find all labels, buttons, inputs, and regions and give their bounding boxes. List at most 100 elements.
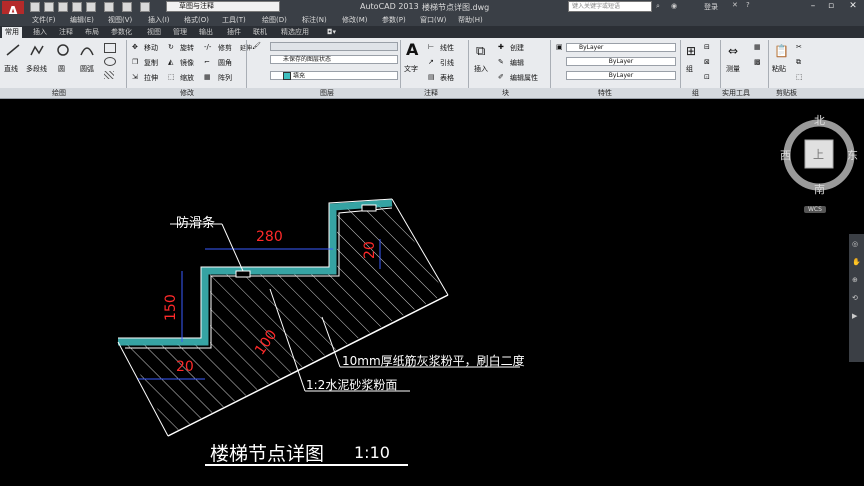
rotate-icon[interactable]: ↻ xyxy=(168,43,174,51)
menu-dimension[interactable]: 标注(N) xyxy=(302,15,327,25)
insert-block-icon[interactable]: ⧉ xyxy=(476,44,485,59)
circle-tool-label[interactable]: 圆 xyxy=(58,64,65,74)
menu-modify[interactable]: 修改(M) xyxy=(342,15,368,25)
edit-attributes-label[interactable]: 编辑属性 xyxy=(510,73,538,83)
maximize-button[interactable]: ▫ xyxy=(824,0,838,13)
copy-tool-label[interactable]: 复制 xyxy=(144,58,158,68)
menu-parametric[interactable]: 参数(P) xyxy=(382,15,406,25)
drawing-canvas[interactable]: 防滑条 10mm厚纸筋灰浆粉平，刷白二度 1:2水泥砂浆粉面 楼梯节点详图 1:… xyxy=(0,99,864,486)
search-input[interactable]: 键入关键字或短语 xyxy=(568,1,652,12)
ellipse-icon[interactable] xyxy=(104,57,116,66)
menu-file[interactable]: 文件(F) xyxy=(32,15,56,25)
match-properties-icon[interactable]: ▣ xyxy=(556,43,563,51)
rotate-tool-label[interactable]: 旋转 xyxy=(180,43,194,53)
polyline-tool-label[interactable]: 多段线 xyxy=(26,64,47,74)
paste-tool-label[interactable]: 粘贴 xyxy=(772,64,786,74)
menu-format[interactable]: 格式(O) xyxy=(184,15,209,25)
menu-view[interactable]: 视图(V) xyxy=(108,15,132,25)
menu-draw[interactable]: 绘图(D) xyxy=(262,15,287,25)
mirror-icon[interactable]: ◭ xyxy=(168,58,173,66)
tab-output[interactable]: 输出 xyxy=(196,27,216,38)
panel-properties[interactable]: 特性 xyxy=(598,88,612,98)
close-button[interactable]: ✕ xyxy=(846,0,860,13)
minimize-button[interactable]: – xyxy=(806,0,820,13)
fillet-tool-label[interactable]: 圆角 xyxy=(218,58,232,68)
panel-block[interactable]: 块 xyxy=(502,88,509,98)
ucs-menu[interactable]: WCS xyxy=(804,206,826,213)
tab-parametric[interactable]: 参数化 xyxy=(108,27,135,38)
scale-icon[interactable]: ⬚ xyxy=(168,73,175,81)
trim-icon[interactable]: -/- xyxy=(204,43,211,51)
menu-tools[interactable]: 工具(T) xyxy=(222,15,246,25)
pan-icon[interactable]: ✋ xyxy=(852,258,861,266)
trim-tool-label[interactable]: 修剪 xyxy=(218,43,232,53)
tab-annotate[interactable]: 注释 xyxy=(56,27,76,38)
copy-clip-icon[interactable]: ⧉ xyxy=(796,58,801,67)
copy-icon[interactable]: ❐ xyxy=(132,58,138,66)
tab-insert[interactable]: 插入 xyxy=(30,27,50,38)
tab-view[interactable]: 视图 xyxy=(144,27,164,38)
fillet-icon[interactable]: ⌐ xyxy=(204,58,210,66)
help-icon[interactable]: ? xyxy=(746,1,750,9)
tab-home[interactable]: 常用 xyxy=(2,27,22,38)
panel-annotation[interactable]: 注释 xyxy=(424,88,438,98)
open-icon[interactable] xyxy=(44,2,54,12)
panel-draw[interactable]: 绘图 xyxy=(52,88,66,98)
viewcube-west[interactable]: 西 xyxy=(780,147,791,163)
current-layer-dropdown[interactable]: 填充 xyxy=(270,71,398,80)
arc-icon[interactable] xyxy=(80,44,94,56)
linear-tool-label[interactable]: 线性 xyxy=(440,43,454,53)
edit-block-icon[interactable]: ✎ xyxy=(498,58,504,66)
measure-tool-label[interactable]: 测量 xyxy=(726,64,740,74)
line-tool-label[interactable]: 直线 xyxy=(4,64,18,74)
create-block-icon[interactable]: ✚ xyxy=(498,43,504,51)
menu-window[interactable]: 窗口(W) xyxy=(420,15,446,25)
table-icon[interactable]: ▤ xyxy=(428,73,435,81)
viewcube-east[interactable]: 东 xyxy=(847,147,858,163)
measure-icon[interactable]: ⇔ xyxy=(728,44,738,58)
redo-icon[interactable] xyxy=(140,2,150,12)
menu-insert[interactable]: 插入(I) xyxy=(148,15,170,25)
quick-select-icon[interactable]: ▦ xyxy=(754,43,761,51)
edit-tool-label[interactable]: 编辑 xyxy=(510,58,524,68)
layer-state-icons-row[interactable] xyxy=(270,42,398,51)
group-edit-icon[interactable]: ⊠ xyxy=(704,58,710,66)
cut-icon[interactable]: ✂ xyxy=(796,43,802,51)
tab-more-icon[interactable]: ◘▾ xyxy=(324,27,339,38)
group-icon[interactable]: ⊞ xyxy=(686,44,696,58)
text-icon[interactable]: A xyxy=(406,40,418,59)
scale-tool-label[interactable]: 缩放 xyxy=(180,73,194,83)
edit-attributes-icon[interactable]: ✐ xyxy=(498,73,504,81)
linear-dim-icon[interactable]: ⊢ xyxy=(428,43,434,51)
insert-tool-label[interactable]: 插入 xyxy=(474,64,488,74)
group-select-icon[interactable]: ⊡ xyxy=(704,73,710,81)
login-link[interactable]: 登录 xyxy=(704,2,718,12)
polyline-icon[interactable] xyxy=(30,44,44,56)
mirror-tool-label[interactable]: 镜像 xyxy=(180,58,194,68)
ungroup-icon[interactable]: ⊟ xyxy=(704,43,710,51)
array-icon[interactable]: ▦ xyxy=(204,73,211,81)
save-icon[interactable] xyxy=(58,2,68,12)
menu-help[interactable]: 帮助(H) xyxy=(458,15,483,25)
group-tool-label[interactable]: 组 xyxy=(686,64,693,74)
array-tool-label[interactable]: 阵列 xyxy=(218,73,232,83)
menu-edit[interactable]: 编辑(E) xyxy=(70,15,94,25)
rectangle-icon[interactable] xyxy=(104,43,116,53)
calculator-icon[interactable]: ▩ xyxy=(754,58,761,66)
hatch-icon[interactable] xyxy=(104,71,114,79)
plot-icon[interactable] xyxy=(104,2,114,12)
steering-wheel-icon[interactable]: ◎ xyxy=(852,240,858,248)
panel-groups[interactable]: 组 xyxy=(692,88,699,98)
showmotion-icon[interactable]: ▶ xyxy=(852,312,857,320)
create-tool-label[interactable]: 创建 xyxy=(510,43,524,53)
exchange-icon[interactable]: ✕ xyxy=(732,1,738,9)
new-icon[interactable] xyxy=(30,2,40,12)
arc-tool-label[interactable]: 圆弧 xyxy=(80,64,94,74)
tab-layout[interactable]: 布局 xyxy=(82,27,102,38)
undo-icon[interactable] xyxy=(122,2,132,12)
linetype-dropdown[interactable]: ByLayer xyxy=(566,57,676,66)
move-icon[interactable]: ✥ xyxy=(132,43,138,51)
panel-layers[interactable]: 图层 xyxy=(320,88,334,98)
workspace-dropdown[interactable]: 草图与注释 xyxy=(166,1,280,12)
panel-clipboard[interactable]: 剪贴板 xyxy=(776,88,797,98)
